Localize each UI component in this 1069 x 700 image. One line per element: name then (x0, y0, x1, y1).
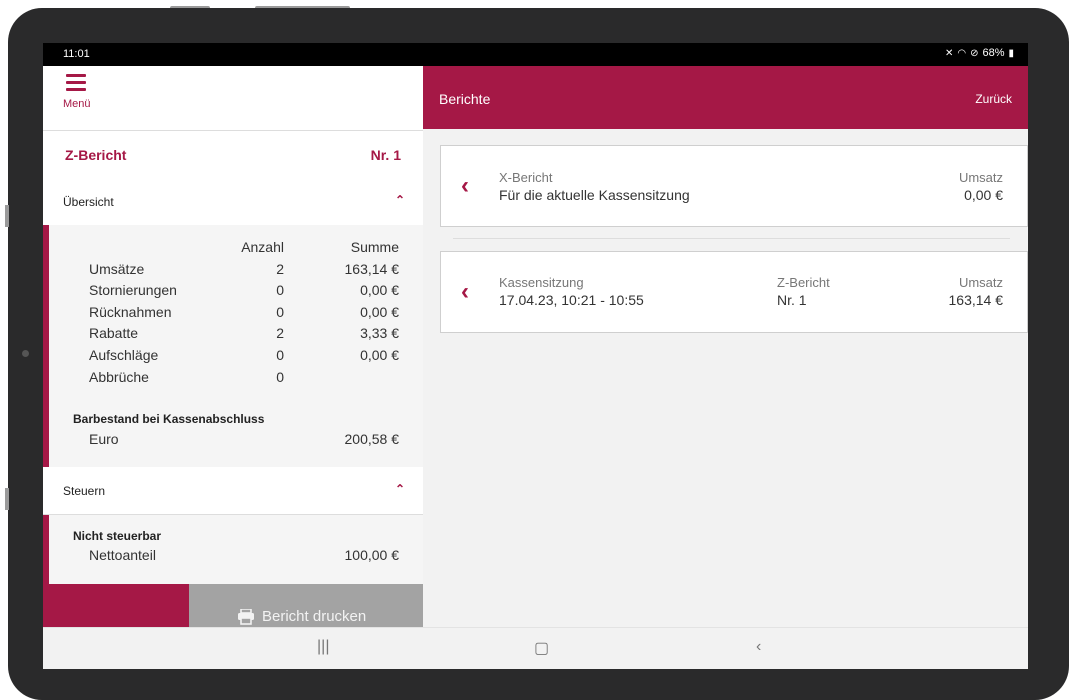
revenue-value: 163,14 € (948, 292, 1004, 308)
menu-button[interactable]: Menü (63, 74, 113, 122)
row-sum: 3,33 € (360, 325, 399, 342)
hamburger-icon (66, 74, 86, 91)
row-sum: 163,14 € (344, 260, 400, 277)
row-count: 0 (276, 368, 284, 385)
camera (22, 350, 29, 357)
cash-title: Barbestand bei Kassenabschluss (73, 412, 265, 426)
print-label: Bericht drucken (262, 608, 367, 625)
overview-table: Anzahl Summe Umsätze 2 163,14 € Stornier… (89, 239, 399, 390)
cash-value: 200,58 € (344, 431, 400, 447)
printer-icon (238, 608, 254, 625)
x-report-card[interactable]: ‹ X-Bericht Für die aktuelle Kassensitzu… (440, 145, 1028, 227)
screen: 11:01 ✕ ◠ ⊘ 68% ▮ Menü Z-Bericht Nr. 1 Ü… (43, 43, 1028, 669)
tax-row-label: Nettoanteil (89, 547, 156, 563)
cash-label: Euro (89, 431, 119, 447)
row-label: Stornierungen (89, 282, 177, 299)
mute-icon: ✕ (944, 47, 954, 59)
home-icon[interactable]: ▢ (534, 638, 549, 658)
z-report-label: Z-Bericht (777, 275, 830, 290)
count-header: Anzahl (241, 239, 284, 255)
row-label: Abbrüche (89, 368, 149, 385)
tax-section-toggle[interactable]: Steuern ⌃ (43, 468, 423, 515)
status-bar: 11:01 ✕ ◠ ⊘ 68% ▮ (43, 43, 1028, 66)
report-title: Z-Bericht (65, 147, 127, 163)
table-row: Stornierungen 0 0,00 € (89, 282, 399, 304)
back-icon[interactable]: ‹ (756, 638, 761, 656)
status-time: 11:01 (63, 48, 90, 60)
card-value: 17.04.23, 10:21 - 10:55 (499, 292, 644, 308)
row-label: Rücknahmen (89, 303, 172, 320)
tax-sub-title: Nicht steuerbar (73, 529, 162, 543)
row-count: 2 (276, 260, 284, 277)
wifi-icon: ◠ (957, 47, 967, 59)
chevron-left-icon: ‹ (461, 278, 469, 305)
chevron-up-icon: ⌃ (394, 482, 405, 496)
report-detail-panel: Menü Z-Bericht Nr. 1 Übersicht ⌃ Anzahl … (43, 66, 423, 650)
report-number: Nr. 1 (370, 147, 401, 163)
row-count: 2 (276, 325, 284, 342)
report-header: Z-Bericht Nr. 1 (43, 131, 423, 180)
status-icons: ✕ ◠ ⊘ 68% ▮ (945, 47, 1014, 59)
overview-section-toggle[interactable]: Übersicht ⌃ (43, 179, 423, 226)
table-row: Umsätze 2 163,14 € (89, 261, 399, 283)
back-button[interactable]: Zurück (975, 92, 1012, 106)
battery-icon: ▮ (1008, 47, 1014, 59)
chevron-left-icon: ‹ (461, 172, 469, 199)
table-row: Rücknahmen 0 0,00 € (89, 304, 399, 326)
chevron-up-icon: ⌃ (394, 193, 405, 207)
page-title: Berichte (439, 91, 491, 107)
menu-label: Menü (63, 98, 91, 110)
overview-label: Übersicht (63, 195, 114, 209)
table-row: Abbrüche 0 (89, 369, 399, 391)
card-label: X-Bericht (499, 170, 553, 185)
side-button (5, 205, 9, 227)
table-row: Rabatte 2 3,33 € (89, 325, 399, 347)
row-label: Aufschläge (89, 346, 159, 363)
side-button (5, 488, 9, 510)
row-count: 0 (276, 303, 284, 320)
card-label: Kassensitzung (499, 275, 584, 290)
row-sum: 0,00 € (360, 303, 399, 320)
row-sum: 0,00 € (360, 282, 399, 299)
z-report-value: Nr. 1 (777, 292, 807, 308)
accent-bar (43, 515, 49, 585)
row-count: 0 (276, 282, 284, 299)
row-label: Rabatte (89, 325, 139, 342)
accent-bar (43, 225, 49, 467)
row-count: 0 (276, 346, 284, 363)
tax-section: Nicht steuerbar Nettoanteil 100,00 € (43, 515, 423, 585)
tablet-device: 11:01 ✕ ◠ ⊘ 68% ▮ Menü Z-Bericht Nr. 1 Ü… (0, 0, 1069, 700)
sum-header: Summe (350, 239, 399, 255)
session-card[interactable]: ‹ Kassensitzung 17.04.23, 10:21 - 10:55 … (440, 251, 1028, 333)
tax-row-value: 100,00 € (344, 547, 400, 563)
divider (453, 238, 1010, 239)
recent-apps-icon[interactable]: ||| (317, 638, 329, 656)
card-value: Für die aktuelle Kassensitzung (499, 187, 690, 203)
tax-row: Nettoanteil 100,00 € (89, 547, 399, 567)
table-row: Aufschläge 0 0,00 € (89, 347, 399, 369)
row-label: Umsätze (89, 260, 145, 277)
revenue-label: Umsatz (958, 275, 1003, 290)
revenue-value: 0,00 € (964, 187, 1003, 203)
navigation-bar: ||| ▢ ‹ (43, 627, 1028, 669)
overview-section: Anzahl Summe Umsätze 2 163,14 € Stornier… (43, 225, 423, 467)
reports-header: Berichte Zurück (423, 66, 1028, 129)
tax-label: Steuern (63, 484, 106, 498)
row-sum: 0,00 € (360, 346, 399, 363)
battery-text: 68% (982, 47, 1005, 59)
cash-row: Euro 200,58 € (89, 431, 399, 451)
do-not-disturb-icon: ⊘ (970, 47, 979, 59)
table-header-row: Anzahl Summe (89, 239, 399, 261)
revenue-label: Umsatz (958, 170, 1003, 185)
